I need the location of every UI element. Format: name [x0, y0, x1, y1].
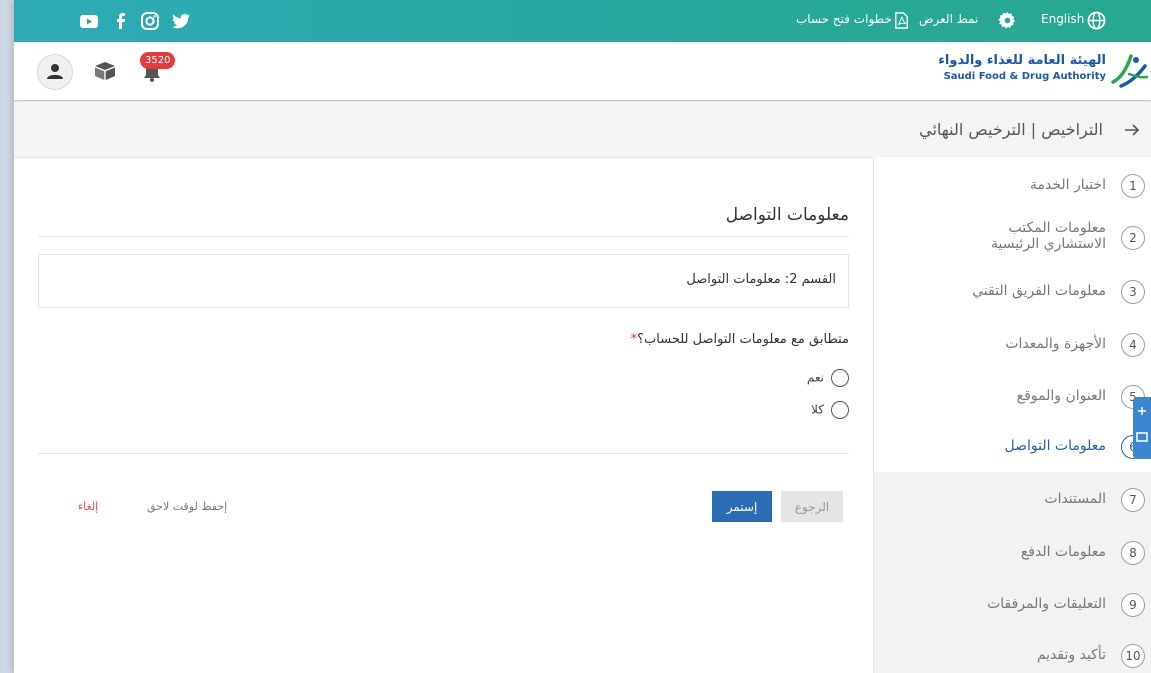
step-label: تأكيد وتقديم [1036, 647, 1106, 663]
step-label: العنوان والموقع [1016, 388, 1106, 404]
breadcrumb[interactable]: التراخيص | الترخيص النهائي [919, 120, 1103, 139]
step-number: 2 [1121, 226, 1145, 250]
radio-option-no[interactable]: كلا [811, 401, 849, 419]
main-content: معلومات التواصل القسم 2: معلومات التواصل… [14, 157, 874, 673]
radio-option-yes[interactable]: نعم [807, 369, 849, 387]
divider [38, 236, 849, 237]
gear-icon[interactable] [998, 11, 1017, 30]
steps-sidebar: 1 اختيار الخدمة 2 معلومات المكتب الاستشا… [873, 157, 1151, 673]
radio-button[interactable] [831, 369, 849, 387]
language-link[interactable]: English [1041, 12, 1084, 26]
account-steps-link[interactable]: خطوات فتح حساب [796, 12, 892, 26]
step-label: التعليقات والمرفقات [987, 596, 1106, 612]
divider [38, 453, 849, 454]
radio-button[interactable] [831, 401, 849, 419]
user-avatar[interactable] [37, 54, 73, 90]
page-title: معلومات التواصل [725, 205, 849, 225]
site-header: 3520 الهيئة العامة للغذاء والدواء Saudi … [14, 42, 1151, 101]
youtube-icon[interactable] [79, 11, 99, 31]
step-label: المستندات [1044, 491, 1106, 507]
radio-label: كلا [811, 402, 824, 417]
feedback-icon [1136, 407, 1148, 442]
logo-mark-icon [1111, 54, 1149, 88]
step-number: 3 [1121, 280, 1145, 304]
step-number: 7 [1121, 488, 1145, 512]
display-mode-link[interactable]: نمط العرض [919, 12, 978, 26]
back-button[interactable]: الرجوع [781, 491, 843, 522]
step-number: 8 [1121, 541, 1145, 565]
app-window: English نمط العرض خطوات فتح حساب 3520 ال… [14, 0, 1151, 673]
question-label: متطابق مع معلومات التواصل للحساب؟* [631, 332, 849, 347]
step-number: 10 [1121, 644, 1145, 668]
pdf-icon[interactable] [892, 11, 911, 30]
accessibility-tab[interactable] [1133, 397, 1151, 459]
logo-text-ar: الهيئة العامة للغذاء والدواء [938, 53, 1106, 68]
question-text: متطابق مع معلومات التواصل للحساب؟ [637, 332, 849, 347]
cancel-link[interactable]: إلغاء [78, 500, 98, 513]
step-label: معلومات الدفع [1020, 544, 1106, 560]
continue-button[interactable]: إستمر [712, 491, 772, 522]
logo-text-en: Saudi Food & Drug Authority [943, 71, 1106, 82]
instagram-icon[interactable] [140, 11, 160, 31]
step-label: اختيار الخدمة [1029, 177, 1106, 193]
radio-label: نعم [806, 370, 824, 385]
step-label: معلومات التواصل [1004, 438, 1106, 454]
facebook-icon[interactable] [111, 11, 131, 31]
step-label: معلومات المكتب الاستشاري الرئيسية [991, 220, 1106, 252]
section-label: القسم 2: معلومات التواصل [686, 272, 836, 287]
twitter-icon[interactable] [171, 11, 191, 31]
top-bar: English نمط العرض خطوات فتح حساب [14, 0, 1151, 42]
package-icon[interactable] [94, 61, 116, 81]
step-number: 1 [1121, 174, 1145, 198]
user-icon [47, 64, 63, 79]
section-header-box: القسم 2: معلومات التواصل [38, 254, 849, 308]
step-number: 4 [1121, 333, 1145, 357]
arrow-right-icon[interactable] [1123, 121, 1141, 139]
breadcrumb-bar: التراخيص | الترخيص النهائي [14, 102, 1151, 158]
step-label: الأجهزة والمعدات [1005, 336, 1106, 352]
step-number: 9 [1121, 593, 1145, 617]
globe-icon[interactable] [1087, 11, 1106, 30]
notification-badge: 3520 [140, 52, 176, 69]
step-label: معلومات الفريق التقني [972, 283, 1106, 299]
save-later-link[interactable]: إحفظ لوقت لاحق [147, 500, 227, 513]
